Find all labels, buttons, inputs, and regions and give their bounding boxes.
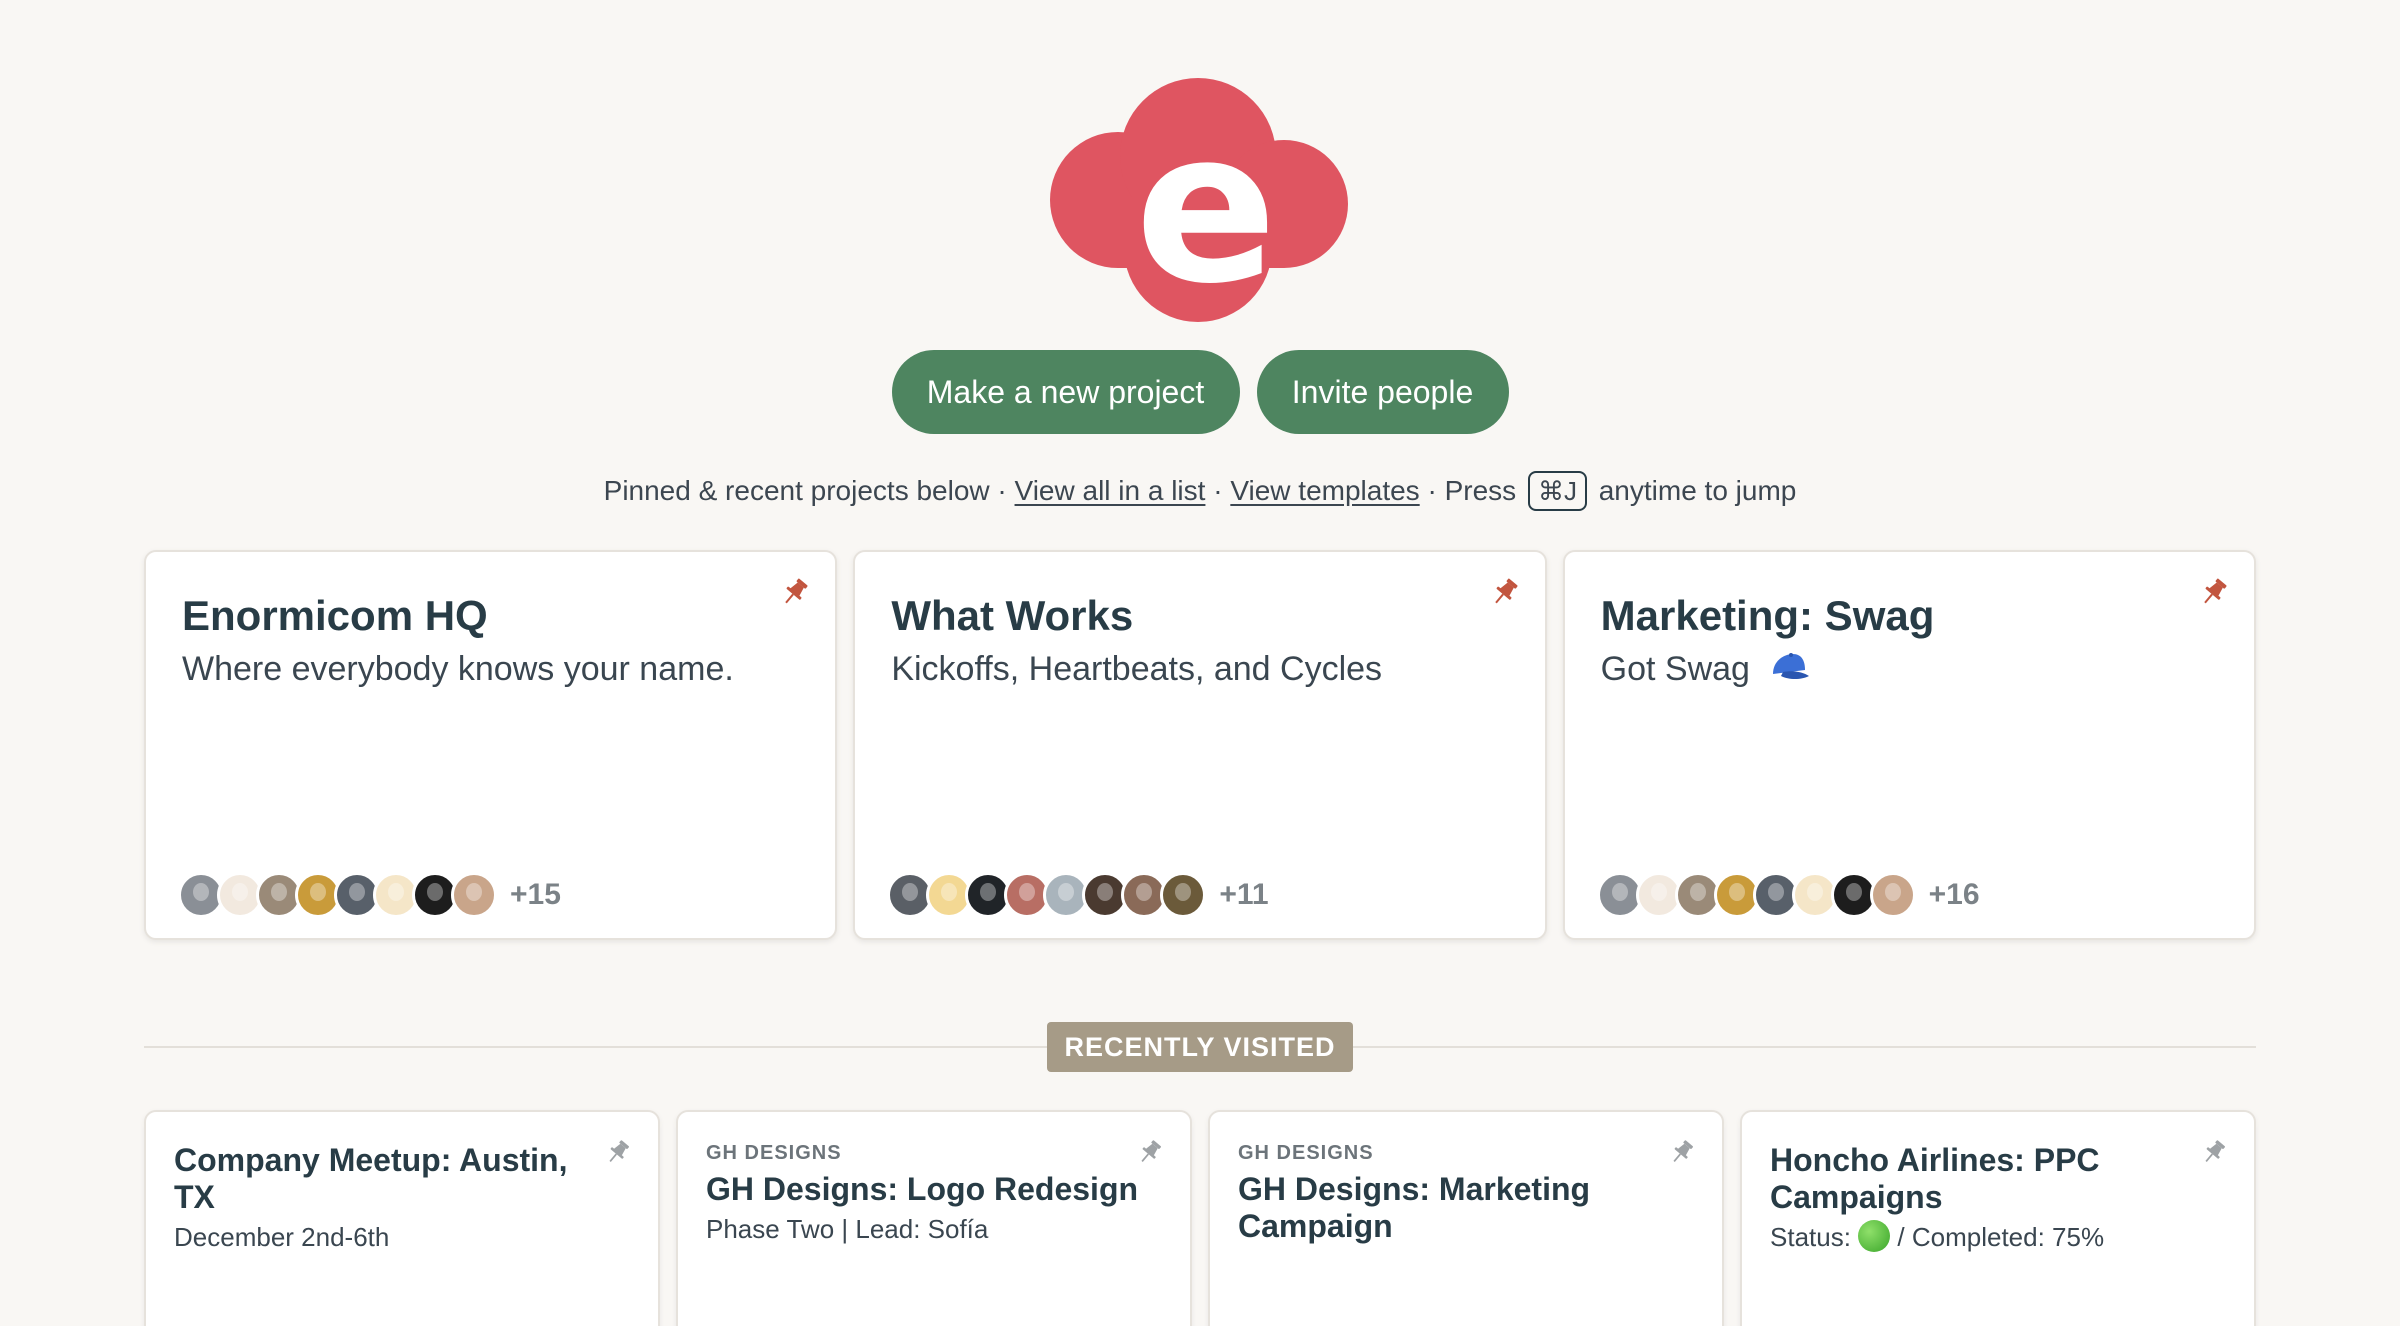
project-title: GH Designs: Logo Redesign [706,1171,1139,1207]
hint-intro: Pinned & recent projects below · [603,475,1007,506]
make-new-project-button[interactable]: Make a new project [891,350,1240,434]
svg-text:e: e [1135,85,1277,322]
pin-icon[interactable] [1136,1138,1164,1166]
member-avatars[interactable]: +15 [178,872,561,918]
avatar[interactable] [1160,872,1207,918]
pinned-projects: Enormicom HQ Where everybody knows your … [144,550,2256,940]
project-card[interactable]: Enormicom HQ Where everybody knows your … [144,550,838,940]
green-circle-icon [1858,1220,1891,1253]
project-description: December 2nd-6th [174,1222,390,1252]
member-avatars[interactable]: +16 [1596,872,1980,918]
project-card[interactable]: What Works Kickoffs, Heartbeats, and Cyc… [853,550,1547,940]
pin-icon[interactable] [779,576,811,608]
home-page: e Make a new project Invite people Pinne… [0,0,2400,1326]
recently-visited-label: RECENTLY VISITED [1047,1022,1353,1072]
project-title: What Works [891,592,1134,639]
member-avatars[interactable]: +11 [887,872,1269,918]
project-title: Honcho Airlines: PPC Campaigns [1770,1142,2100,1215]
cap-icon [1773,653,1810,680]
pin-icon[interactable] [2198,576,2230,608]
recent-project-card[interactable]: GH DESIGNS GH Designs: Marketing Campaig… [1208,1110,1724,1326]
avatar[interactable] [451,872,497,918]
primary-actions: Make a new project Invite people [0,350,2400,434]
project-status: Status: / Completed: 75% [1770,1220,2210,1255]
pin-icon[interactable] [604,1138,632,1166]
hint-separator: · [1213,475,1223,506]
view-all-link[interactable]: View all in a list [1015,475,1206,506]
project-description: Kickoffs, Heartbeats, and Cycles [891,650,1383,688]
status-label: Status: [1770,1222,1851,1252]
more-members-count[interactable]: +15 [510,878,561,912]
basecamp-logo[interactable]: e [1048,78,1350,322]
jump-shortcut-key: ⌘J [1527,470,1587,511]
recent-project-card[interactable]: GH DESIGNS GH Designs: Logo Redesign Pha… [676,1110,1192,1326]
invite-people-button[interactable]: Invite people [1256,350,1509,434]
description-text: Got Swag [1600,650,1750,688]
avatar[interactable] [1869,872,1916,918]
project-title: Company Meetup: Austin, TX [174,1142,568,1215]
more-members-count[interactable]: +11 [1219,878,1268,912]
project-title: GH Designs: Marketing Campaign [1238,1171,1591,1244]
project-description: Phase Two | Lead: Sofía [706,1214,989,1244]
recent-projects: Company Meetup: Austin, TX December 2nd-… [144,1110,2256,1326]
view-templates-link[interactable]: View templates [1230,475,1419,506]
recent-project-card[interactable]: Honcho Airlines: PPC Campaigns Status: /… [1740,1110,2256,1326]
project-title: Marketing: Swag [1600,592,1935,639]
pin-icon[interactable] [1668,1138,1696,1166]
hint-tail: anytime to jump [1598,475,1797,506]
company-label: GH DESIGNS [1238,1142,1374,1164]
project-description: Got Swag [1601,650,1812,689]
status-completion: / Completed: 75% [1897,1222,2105,1252]
project-description: Where everybody knows your name. [182,650,734,688]
project-title: Enormicom HQ [182,592,488,639]
recent-project-card[interactable]: Company Meetup: Austin, TX December 2nd-… [144,1110,660,1326]
project-card[interactable]: Marketing: Swag Got Swag +16 [1562,550,2256,940]
pin-icon[interactable] [2200,1138,2228,1166]
hint-press: · Press [1427,475,1517,506]
company-label: GH DESIGNS [706,1142,842,1164]
projects-hint: Pinned & recent projects below · View al… [0,468,2400,514]
pin-icon[interactable] [1489,576,1521,608]
more-members-count[interactable]: +16 [1929,878,1980,912]
